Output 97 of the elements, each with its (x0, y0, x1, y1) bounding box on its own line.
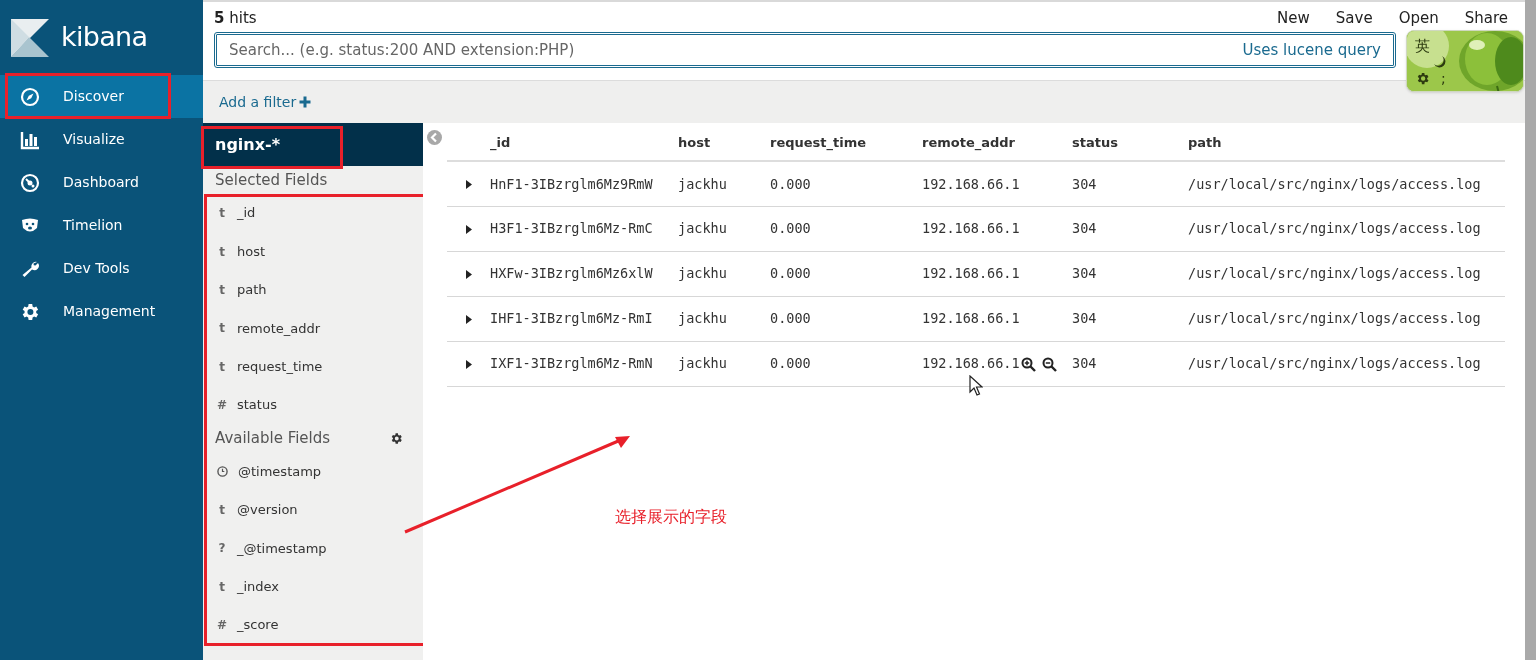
settings-icon[interactable] (390, 431, 403, 445)
settings-icon[interactable] (1415, 71, 1430, 86)
table-cell: 304 (1072, 175, 1097, 192)
field-type-glyph: # (217, 397, 227, 415)
table-cell: 304 (1072, 355, 1097, 372)
table-cell: jackhu (678, 310, 727, 327)
add-filter-link[interactable]: Add a filter (219, 91, 312, 113)
expand-icon[interactable] (465, 180, 472, 190)
nav-item[interactable]: Dev Tools (0, 247, 203, 290)
column-header[interactable]: _id (490, 125, 678, 161)
field-type-glyph: t (218, 281, 226, 299)
menu-button[interactable]: Share (1464, 6, 1508, 30)
field-item[interactable]: t path (203, 270, 423, 310)
table-cell: jackhu (678, 175, 727, 192)
table-cell: 0.000 (770, 310, 811, 327)
table-cell: 0.000 (770, 355, 811, 372)
nav-item[interactable]: Timelion (0, 204, 203, 247)
field-item[interactable]: t remote_addr (203, 309, 423, 348)
moon-icon[interactable] (1433, 55, 1447, 69)
field-item[interactable]: @timestamp (203, 452, 423, 491)
clock-icon (217, 466, 228, 478)
logo-text: kibana (61, 20, 148, 55)
section-title: Selected Fields (215, 169, 328, 191)
ime-punctuation[interactable]: ; (1441, 69, 1446, 87)
gear-icon (20, 301, 40, 322)
nav-item[interactable]: Visualize (0, 118, 203, 161)
annotation-note: 选择展示的字段 (615, 506, 727, 528)
field-type-glyph: t (218, 320, 226, 338)
table-cell: H3F1-3IBzrglm6Mz-RmC (490, 220, 653, 237)
menu-button[interactable]: Open (1398, 6, 1439, 30)
lucene-syntax-link[interactable]: Uses lucene query (1242, 38, 1381, 62)
table-cell: 0.000 (770, 175, 811, 192)
field-item[interactable]: t _index (203, 567, 423, 606)
table-cell: 192.168.66.1 (922, 220, 1020, 237)
expand-icon[interactable] (465, 359, 472, 369)
table-cell: 304 (1072, 310, 1097, 327)
column-header[interactable]: status (1072, 125, 1188, 161)
field-type-glyph: t (218, 578, 226, 596)
table-cell: 192.168.66.1 (922, 310, 1020, 327)
field-item[interactable]: t request_time (203, 347, 423, 386)
field-type-glyph: # (217, 617, 227, 635)
field-type-glyph: t (218, 205, 226, 223)
expand-icon[interactable] (465, 269, 472, 279)
field-item[interactable]: # _score (203, 605, 423, 645)
column-header[interactable]: host (678, 125, 770, 161)
zoom-out-icon[interactable] (1041, 356, 1057, 372)
table-cell: HXFw-3IBzrglm6Mz6xlW (490, 265, 653, 282)
field-item[interactable]: t @version (203, 490, 423, 530)
field-type-glyph: t (218, 358, 226, 376)
menu-button[interactable]: Save (1335, 6, 1373, 30)
column-header[interactable]: path (1188, 125, 1505, 161)
hits-count: 5 hits (214, 7, 257, 29)
menu-button[interactable]: New (1277, 6, 1310, 30)
field-item[interactable]: t _id (203, 194, 423, 233)
field-type-glyph: ? (217, 540, 227, 558)
field-item[interactable]: ? _@timestamp (203, 529, 423, 568)
field-item[interactable]: # status (203, 385, 423, 425)
table-cell: /usr/local/src/nginx/logs/access.log (1188, 265, 1481, 282)
compass-icon (20, 86, 40, 107)
table-cell: 192.168.66.1 (922, 355, 1020, 372)
table-cell: 0.000 (770, 220, 811, 237)
table-cell: /usr/local/src/nginx/logs/access.log (1188, 220, 1481, 237)
ime-widget[interactable]: 英 ; (1406, 30, 1524, 92)
table-cell: jackhu (678, 220, 727, 237)
nav-item[interactable]: Dashboard (0, 161, 203, 204)
chart-icon (20, 129, 40, 150)
field-type-glyph: t (218, 501, 226, 519)
index-pattern-name[interactable]: nginx-* (215, 132, 281, 157)
table-cell: 192.168.66.1 (922, 175, 1020, 192)
table-cell: 192.168.66.1 (922, 265, 1020, 282)
logo-icon (11, 18, 49, 57)
scrollbar[interactable] (1525, 0, 1536, 660)
search-field[interactable]: Search... (e.g. status:200 AND extension:PHP) Uses lucene query (214, 32, 1396, 68)
table-cell: jackhu (678, 265, 727, 282)
table-cell: /usr/local/src/nginx/logs/access.log (1188, 175, 1481, 192)
zoom-in-icon[interactable] (1020, 356, 1036, 372)
table-cell: 304 (1072, 265, 1097, 282)
section-title: Available Fields (215, 428, 331, 450)
table-cell: IHF1-3IBzrglm6Mz-RmI (490, 310, 653, 327)
table-cell: /usr/local/src/nginx/logs/access.log (1188, 355, 1481, 372)
nav-item[interactable]: Management (0, 290, 203, 333)
plus-icon[interactable] (299, 96, 312, 108)
column-header[interactable]: remote_addr (922, 125, 1072, 161)
expand-icon[interactable] (465, 224, 472, 234)
table-cell: IXF1-3IBzrglm6Mz-RmN (490, 355, 653, 372)
column-header[interactable]: request_time (770, 125, 922, 161)
nav-item[interactable]: Discover (0, 75, 203, 118)
table-cell: 0.000 (770, 265, 811, 282)
expand-icon[interactable] (465, 314, 472, 324)
cursor-icon (969, 375, 983, 396)
table-cell: /usr/local/src/nginx/logs/access.log (1188, 310, 1481, 327)
field-type-glyph: t (218, 243, 226, 261)
table-cell: jackhu (678, 355, 727, 372)
table-cell: 304 (1072, 220, 1097, 237)
table-cell: HnF1-3IBzrglm6Mz9RmW (490, 175, 653, 192)
dial-icon (20, 172, 40, 193)
field-item[interactable]: t host (203, 232, 423, 271)
